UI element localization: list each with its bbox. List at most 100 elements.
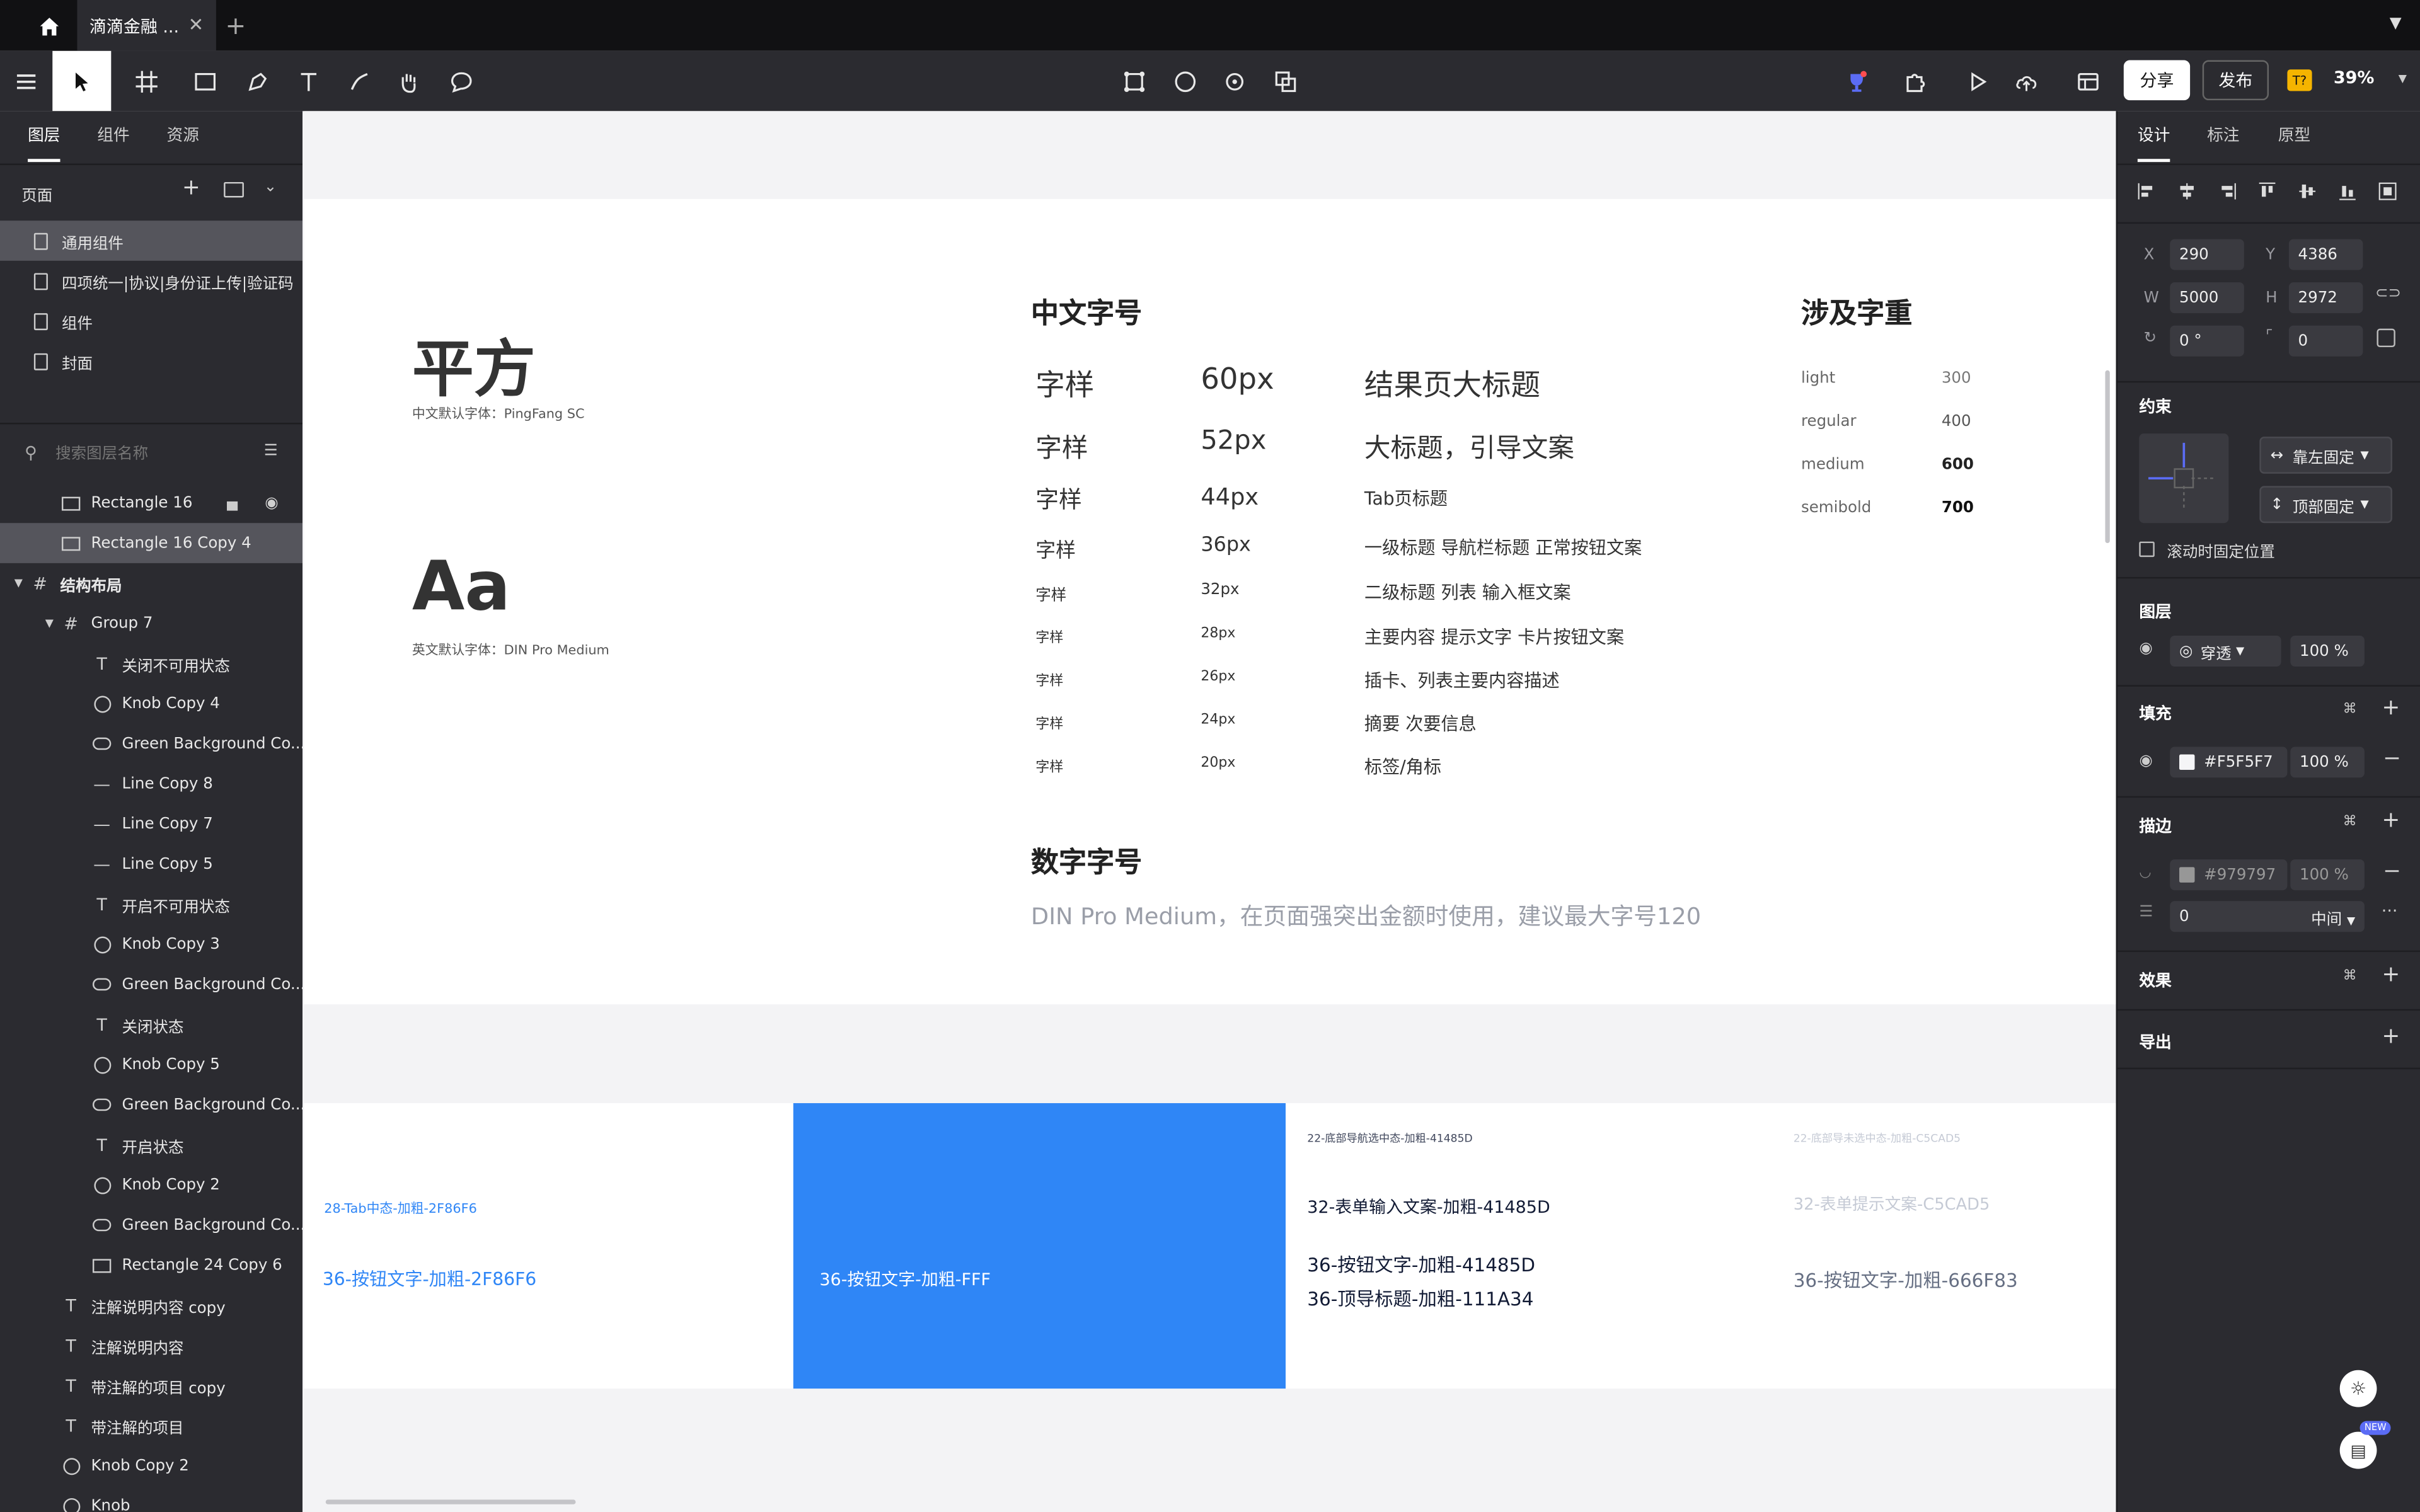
text-tool-icon[interactable] [290, 51, 327, 112]
align-right-icon[interactable] [2216, 181, 2241, 205]
move-tool-icon[interactable] [52, 50, 112, 112]
effects-style-icon[interactable]: ⌘ [2343, 969, 2357, 984]
layer-row[interactable]: Knob Copy 2 [0, 1446, 302, 1486]
layer-row[interactable]: Knob [0, 1486, 302, 1512]
plugin-trophy-icon[interactable] [1836, 51, 1877, 112]
layer-row[interactable]: T 关闭状态 [0, 1004, 302, 1045]
theme-sun-icon[interactable]: ☼ [2339, 1370, 2377, 1407]
comment-tool-icon[interactable] [441, 51, 481, 112]
zoom-chevron-icon[interactable]: ▼ [2399, 72, 2407, 85]
add-fill-icon[interactable]: + [2382, 696, 2400, 720]
radius-input[interactable]: 0 [2288, 325, 2363, 357]
boolean-icon[interactable] [1265, 51, 1306, 112]
publish-button[interactable]: 发布 [2202, 60, 2269, 101]
layer-row[interactable]: Green Background Co... [0, 965, 302, 1005]
share-button[interactable]: 分享 [2123, 60, 2191, 101]
plugins-icon[interactable] [1895, 51, 1935, 112]
add-stroke-icon[interactable]: + [2382, 808, 2400, 833]
add-effect-icon[interactable]: + [2382, 963, 2400, 987]
constraint-widget[interactable] [2139, 433, 2229, 524]
layer-row[interactable]: Knob Copy 2 [0, 1165, 302, 1205]
y-input[interactable]: 4386 [2288, 239, 2363, 270]
expand-caret-icon[interactable]: ▼ [9, 574, 28, 592]
pencil-tool-icon[interactable] [340, 51, 380, 112]
fill-color-input[interactable]: #F5F5F7 [2170, 747, 2288, 778]
layer-row[interactable]: T 注解说明内容 [0, 1326, 302, 1366]
layer-row[interactable]: Knob Copy 4 [0, 684, 302, 724]
page-item-four-in-one[interactable]: 四项统一|协议|身份证上传|验证码 [0, 261, 302, 301]
filter-icon[interactable]: ☰ [264, 443, 278, 460]
play-icon[interactable] [1957, 51, 1997, 112]
eye-icon[interactable]: ◉ [2139, 640, 2152, 657]
remove-stroke-icon[interactable]: − [2383, 859, 2401, 884]
canvas[interactable]: 平方 中文默认字体：PingFang SC Aa 英文默认字体：DIN Pro … [304, 111, 2116, 1512]
layout-panel-icon[interactable] [2065, 51, 2111, 112]
layer-opacity-input[interactable]: 100 % [2290, 635, 2365, 667]
horizontal-constraint-select[interactable]: ↔ 靠左固定 ▼ [2259, 437, 2392, 474]
rectangle-tool-icon[interactable] [182, 51, 228, 112]
link-ratio-icon[interactable]: ⊂⊃ [2375, 285, 2401, 302]
vertical-constraint-select[interactable]: ↕ 顶部固定 ▼ [2259, 486, 2392, 524]
align-vcenter-icon[interactable] [2296, 181, 2321, 205]
page-item-common[interactable]: 通用组件 [0, 220, 303, 261]
document-tab[interactable]: 滴滴金融 ... ✕ [77, 0, 216, 51]
fill-opacity-input[interactable]: 100 % [2290, 747, 2365, 778]
tab-layers[interactable]: 图层 [28, 123, 60, 163]
layer-row[interactable]: T 开启状态 [0, 1125, 302, 1165]
layer-row[interactable]: — Line Copy 8 [0, 764, 302, 804]
pen-tool-icon[interactable] [238, 51, 278, 112]
layer-search-input[interactable] [52, 438, 260, 469]
stroke-opacity-input[interactable]: 100 % [2290, 859, 2365, 891]
align-hcenter-icon[interactable] [2176, 181, 2201, 205]
typography-artboard[interactable]: 平方 中文默认字体：PingFang SC Aa 英文默认字体：DIN Pro … [304, 198, 2116, 1005]
collapse-chevron-icon[interactable]: ⌄ [264, 179, 277, 196]
height-input[interactable]: 2972 [2288, 282, 2363, 314]
font-missing-badge[interactable]: T? [2287, 69, 2312, 91]
ellipse-mask-icon[interactable] [1165, 51, 1206, 112]
layer-row[interactable]: Knob Copy 5 [0, 1045, 302, 1085]
vertical-scrollbar[interactable] [2105, 370, 2110, 544]
x-input[interactable]: 290 [2170, 239, 2244, 270]
expand-caret-icon[interactable]: ▼ [40, 614, 59, 633]
stroke-hidden-eye-icon[interactable]: ◡ [2139, 866, 2151, 881]
hand-tool-icon[interactable] [389, 51, 429, 112]
menu-icon[interactable] [9, 51, 43, 112]
layer-row[interactable]: ▼ # 结构布局 [0, 563, 302, 604]
home-icon[interactable] [21, 0, 77, 51]
width-input[interactable]: 5000 [2170, 282, 2244, 314]
color-text-artboard[interactable]: 28-Tab中态-加粗-2F86F6 36-按钮文字-加粗-2F86F6 36-… [304, 1103, 2116, 1389]
layer-row[interactable]: — Line Copy 7 [0, 804, 302, 844]
page-item-components[interactable]: 组件 [0, 301, 302, 341]
layer-row[interactable]: T 注解说明内容 copy [0, 1285, 302, 1326]
rotation-input[interactable]: 0 ° [2170, 325, 2244, 357]
layer-row[interactable]: Rectangle 24 Copy 6 [0, 1245, 302, 1285]
fill-eye-icon[interactable]: ◉ [2139, 753, 2152, 770]
fill-style-icon[interactable]: ⌘ [2343, 702, 2357, 717]
folder-icon[interactable] [224, 181, 244, 198]
layer-row[interactable]: T 带注解的项目 copy [0, 1365, 302, 1406]
zoom-level[interactable]: 39% [2334, 68, 2375, 88]
layer-row[interactable]: Green Background Co... [0, 724, 302, 764]
layer-row[interactable]: Green Background Co... [0, 1085, 302, 1125]
stroke-width-input[interactable]: 0 中间 ▼ [2170, 901, 2365, 932]
tab-components[interactable]: 组件 [97, 123, 129, 147]
layer-row[interactable]: Green Background Co... [0, 1205, 302, 1246]
layer-row[interactable]: Rectangle 16 ◉ [0, 483, 302, 524]
new-tab-plus-icon[interactable]: + [226, 11, 246, 40]
independent-corners-icon[interactable] [2377, 328, 2395, 348]
layer-row[interactable]: T 关闭不可用状态 [0, 643, 302, 684]
layer-row[interactable]: ▼ # Group 7 [0, 604, 302, 644]
tab-design[interactable]: 设计 [2137, 123, 2170, 163]
tab-assets[interactable]: 资源 [166, 123, 199, 147]
align-top-icon[interactable] [2256, 181, 2281, 205]
layer-row[interactable]: — Line Copy 5 [0, 844, 302, 885]
lock-icon[interactable] [222, 494, 241, 512]
fix-on-scroll-checkbox[interactable] [2139, 541, 2155, 558]
component-icon[interactable] [1114, 51, 1155, 112]
add-export-icon[interactable]: + [2382, 1024, 2400, 1049]
layer-row[interactable]: T 开启不可用状态 [0, 884, 302, 924]
eye-icon[interactable]: ◉ [262, 494, 280, 512]
align-bottom-icon[interactable] [2337, 181, 2361, 205]
frame-tool-icon[interactable] [124, 51, 170, 112]
close-icon[interactable]: ✕ [188, 14, 204, 35]
